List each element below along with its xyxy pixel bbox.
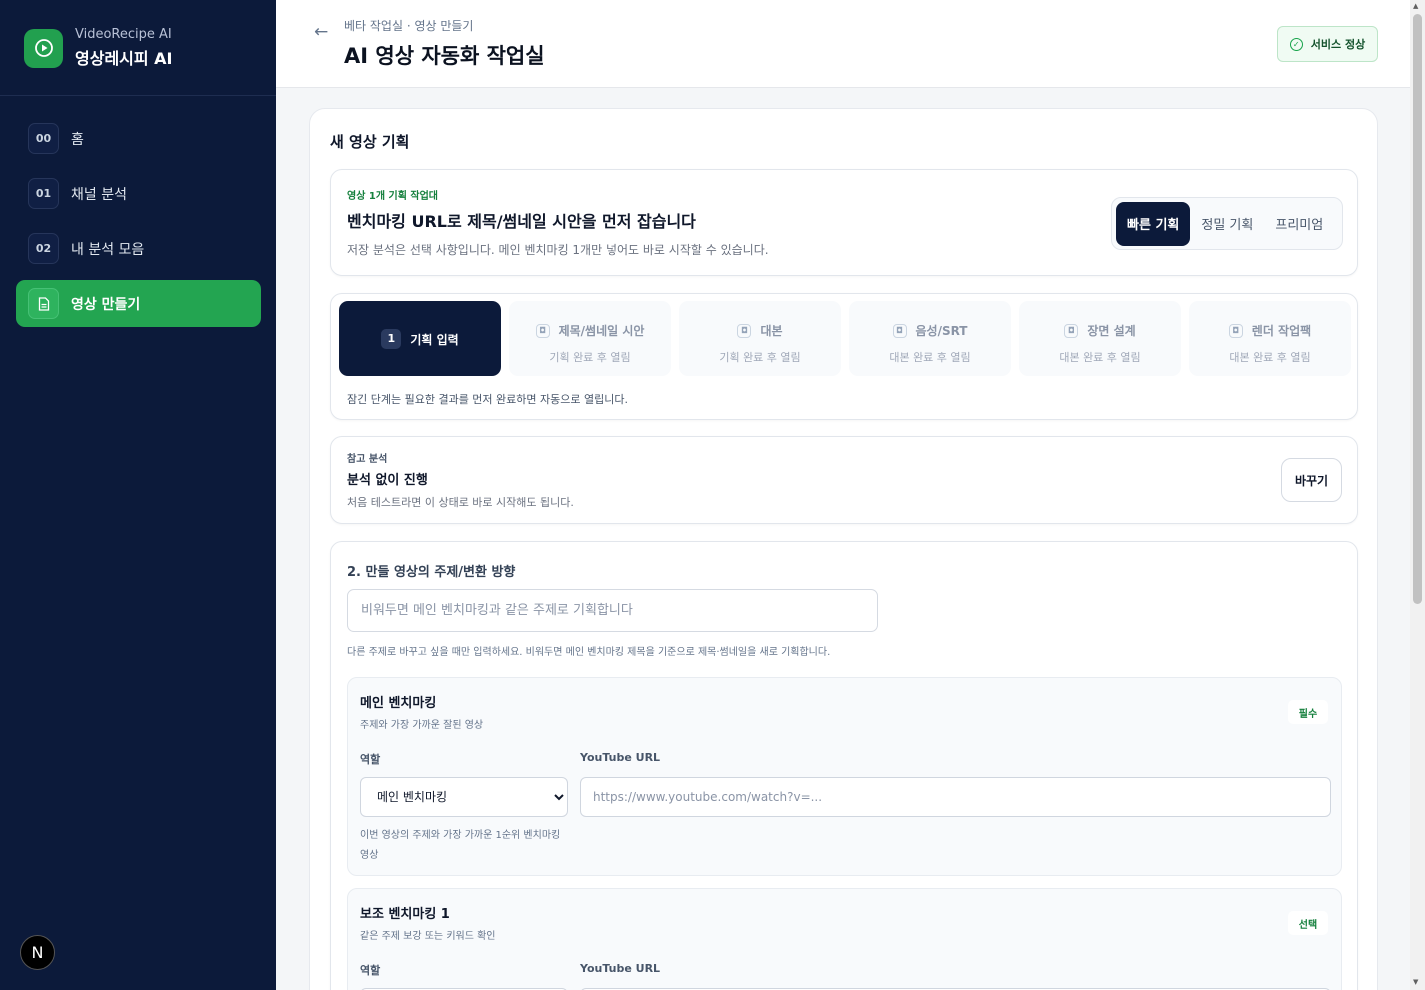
step-voice-srt[interactable]: ◘ 음성/SRT 대본 완료 후 열림	[849, 301, 1011, 376]
step-title: 장면 설계	[1087, 324, 1136, 338]
reference-label: 참고 분석	[347, 454, 388, 465]
nav-number: 01	[28, 178, 59, 209]
benchmark-description: 주제와 가장 가까운 잘된 영상	[360, 720, 484, 731]
step-title: 렌더 작업팩	[1251, 324, 1312, 338]
step-number: 1	[381, 329, 402, 349]
step-title-thumbnail[interactable]: ◘ 제목/썸네일 시안 기획 완료 후 열림	[509, 301, 671, 376]
benchmark-description: 같은 주제 보강 또는 키워드 확인	[360, 931, 496, 942]
change-button[interactable]: 바꾸기	[1281, 458, 1342, 502]
lock-icon: ◘	[535, 323, 550, 338]
new-video-plan-card: 새 영상 기획 영상 1개 기획 작업대 벤치마킹 URL로 제목/썸네일 시안…	[309, 108, 1378, 990]
nav-number: 00	[28, 123, 59, 154]
page-scrollbar[interactable]: ▲ ▼	[1410, 0, 1425, 990]
role-help: 이번 영상의 주제와 가장 가까운 1순위 벤치마킹 영상	[360, 830, 561, 861]
scroll-down-icon[interactable]: ▼	[1413, 978, 1418, 986]
mode-detailed[interactable]: 정밀 기획	[1190, 202, 1264, 246]
step-subtitle: 대본 완료 후 열림	[889, 351, 971, 364]
step-title: 기획 입력	[410, 332, 459, 347]
required-badge: 필수	[1288, 700, 1328, 724]
main-benchmark: 메인 벤치마킹 주제와 가장 가까운 잘된 영상 필수 역할 YouTube U…	[347, 677, 1342, 876]
sidebar-item-label: 내 분석 모음	[71, 241, 145, 258]
mode-premium[interactable]: 프리미엄	[1264, 202, 1334, 246]
youtube-url-input[interactable]	[580, 777, 1331, 817]
step-title: 제목/썸네일 시안	[558, 324, 645, 338]
scroll-up-icon[interactable]: ▲	[1413, 2, 1418, 10]
secondary-benchmark-1: 보조 벤치마킹 1 같은 주제 보강 또는 키워드 확인 선택 역할 YouTu…	[347, 888, 1342, 990]
step-title: 대본	[760, 324, 783, 338]
sidebar-item-my-analyses[interactable]: 02 내 분석 모음	[16, 225, 261, 272]
sidebar-item-home[interactable]: 00 홈	[16, 115, 261, 162]
role-label: 역할	[360, 753, 381, 766]
plan-workbench: 영상 1개 기획 작업대 벤치마킹 URL로 제목/썸네일 시안을 먼저 잡습니…	[330, 169, 1358, 276]
topic-section: 2. 만들 영상의 주제/변환 방향 다른 주제로 바꾸고 싶을 때만 입력하세…	[330, 541, 1358, 990]
benchmark-title: 보조 벤치마킹 1	[360, 907, 450, 922]
benchmark-title: 메인 벤치마킹	[360, 696, 437, 711]
sidebar-item-label: 홈	[71, 131, 84, 148]
step-scene-design[interactable]: ◘ 장면 설계 대본 완료 후 열림	[1019, 301, 1181, 376]
optional-badge: 선택	[1288, 911, 1328, 935]
check-circle-icon: ✓	[1289, 37, 1303, 51]
topic-label: 2. 만들 영상의 주제/변환 방향	[347, 565, 516, 580]
plan-eyebrow: 영상 1개 기획 작업대	[347, 191, 439, 202]
sidebar: VideoRecipe AI 영상레시피 AI 00 홈 01 채널 분석 02…	[0, 0, 276, 990]
sidebar-item-create-video[interactable]: 영상 만들기	[16, 280, 261, 327]
plan-mode-toggle: 빠른 기획 정밀 기획 프리미엄	[1111, 197, 1343, 250]
step-plan-input[interactable]: 1 기획 입력	[339, 301, 501, 376]
plan-description: 저장 분석은 선택 사항입니다. 메인 벤치마킹 1개만 넣어도 바로 시작할 …	[347, 243, 769, 257]
sidebar-item-channel-analysis[interactable]: 01 채널 분석	[16, 170, 261, 217]
step-title: 음성/SRT	[915, 324, 968, 338]
role-label: 역할	[360, 964, 381, 977]
page-title: AI 영상 자동화 작업실	[344, 44, 545, 68]
step-subtitle: 기획 완료 후 열림	[549, 351, 631, 364]
step-subtitle: 기획 완료 후 열림	[719, 351, 801, 364]
sidebar-nav: 00 홈 01 채널 분석 02 내 분석 모음 영상 만들기	[16, 115, 261, 335]
step-render-pack[interactable]: ◘ 렌더 작업팩 대본 완료 후 열림	[1189, 301, 1351, 376]
sidebar-divider	[0, 95, 276, 96]
brand-name: 영상레시피 AI	[75, 49, 173, 68]
brand-subtitle: VideoRecipe AI	[75, 27, 172, 42]
sidebar-item-label: 영상 만들기	[71, 296, 141, 313]
url-label: YouTube URL	[580, 751, 661, 764]
steps-note: 잠긴 단계는 필요한 결과를 먼저 완료하면 자동으로 열립니다.	[347, 393, 628, 406]
reference-title: 분석 없이 진행	[347, 473, 428, 488]
reference-description: 처음 테스트라면 이 상태로 바로 시작해도 됩니다.	[347, 496, 574, 509]
play-circle-icon	[24, 28, 63, 68]
back-arrow-icon[interactable]: ←	[314, 22, 328, 42]
nav-number: 02	[28, 233, 59, 264]
topic-help: 다른 주제로 바꾸고 싶을 때만 입력하세요. 비워두면 메인 벤치마킹 제목을…	[347, 647, 831, 658]
step-script[interactable]: ◘ 대본 기획 완료 후 열림	[679, 301, 841, 376]
plan-headline: 벤치마킹 URL로 제목/썸네일 시안을 먼저 잡습니다	[347, 212, 696, 231]
role-select[interactable]: 메인 벤치마킹	[360, 777, 568, 817]
lock-icon: ◘	[1228, 323, 1243, 338]
url-label: YouTube URL	[580, 962, 661, 975]
step-subtitle: 대본 완료 후 열림	[1059, 351, 1141, 364]
lock-icon: ◘	[1064, 323, 1079, 338]
main-area: ← 베타 작업실 · 영상 만들기 AI 영상 자동화 작업실 ✓ 서비스 정상…	[276, 0, 1410, 990]
lock-icon: ◘	[892, 323, 907, 338]
topic-input[interactable]	[347, 589, 878, 632]
workflow-steps: 1 기획 입력 ◘ 제목/썸네일 시안 기획 완료 후 열림 ◘ 대본 기획 완료 후…	[330, 293, 1358, 420]
step-subtitle: 대본 완료 후 열림	[1229, 351, 1311, 364]
page-header: ← 베타 작업실 · 영상 만들기 AI 영상 자동화 작업실 ✓ 서비스 정상	[276, 0, 1410, 88]
reference-analysis: 참고 분석 분석 없이 진행 처음 테스트라면 이 상태로 바로 시작해도 됩니…	[330, 436, 1358, 524]
breadcrumb: 베타 작업실 · 영상 만들기	[344, 19, 474, 33]
scrollbar-thumb[interactable]	[1413, 14, 1422, 604]
document-icon	[28, 288, 59, 319]
sidebar-item-label: 채널 분석	[71, 186, 127, 203]
mode-quick[interactable]: 빠른 기획	[1116, 201, 1191, 246]
card-title: 새 영상 기획	[330, 133, 410, 151]
service-status-badge[interactable]: ✓ 서비스 정상	[1277, 26, 1378, 62]
next-dev-badge[interactable]: N	[20, 935, 55, 970]
status-text: 서비스 정상	[1310, 38, 1366, 51]
brand[interactable]: VideoRecipe AI 영상레시피 AI	[24, 27, 173, 69]
lock-icon: ◘	[737, 323, 752, 338]
